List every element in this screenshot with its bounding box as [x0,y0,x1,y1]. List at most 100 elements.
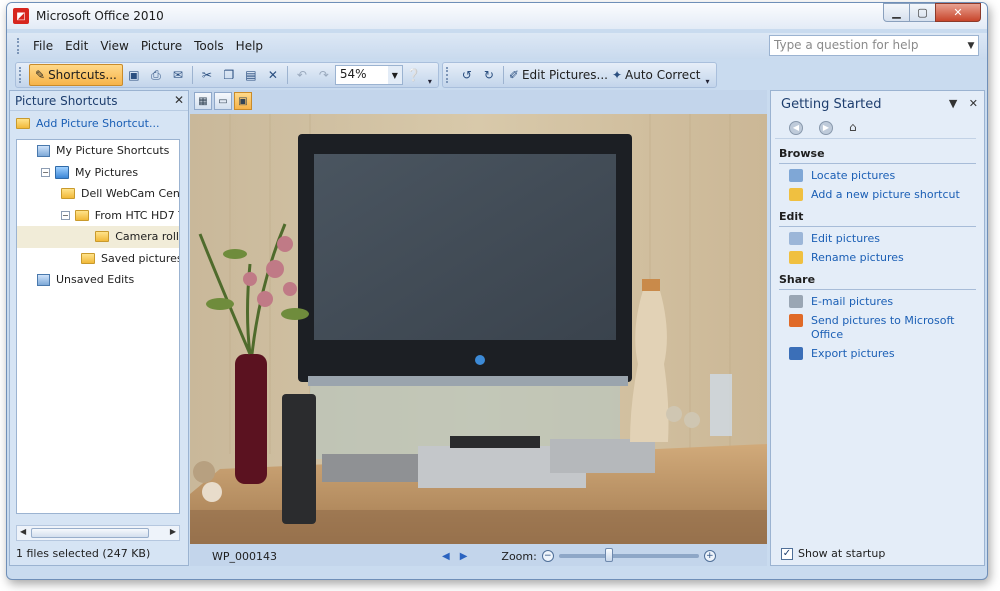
scroll-right-icon[interactable]: ▶ [170,527,176,536]
tree-horizontal-scrollbar[interactable]: ◀ ▶ [16,525,180,541]
save-icon[interactable]: ▣ [123,64,145,86]
folder-tree[interactable]: My Picture Shortcuts − My Pictures Dell Web… [16,139,180,514]
tree-item[interactable]: − My Pictures [17,162,179,184]
minimize-button[interactable]: ▁ [883,3,910,22]
task-pane-menu-icon[interactable]: ▼ [949,97,957,110]
scroll-left-icon[interactable]: ◀ [20,527,26,536]
print-icon[interactable]: ⎙ [145,64,167,86]
scrollbar-thumb[interactable] [31,528,149,538]
previous-picture-icon[interactable]: ◀ [442,551,450,562]
task-link[interactable]: Export pictures [789,347,976,361]
email-icon[interactable]: ✉ [167,64,189,86]
help-dropdown-icon[interactable]: ▼ [964,36,978,55]
cut-icon[interactable]: ✂ [196,64,218,86]
section-title: Browse [779,147,976,164]
zoom-dropdown-icon[interactable]: ▼ [387,66,402,84]
undo-icon[interactable]: ↶ [291,64,313,86]
add-picture-shortcut-link[interactable]: Add Picture Shortcut... [10,111,188,135]
menu-help[interactable]: Help [230,37,269,55]
tree-item[interactable]: Camera roll [17,226,179,248]
close-window-button[interactable]: ✕ [935,3,981,22]
redo-icon[interactable]: ↷ [313,64,335,86]
menu-view[interactable]: View [94,37,134,55]
help-search-input[interactable]: Type a question for help ▼ [769,35,979,56]
show-at-startup-option[interactable]: ✓ Show at startup [781,547,885,560]
thumbnail-view-icon[interactable]: ▦ [194,92,212,110]
task-link[interactable]: Rename pictures [789,251,976,265]
tree-item[interactable]: Unsaved Edits [17,269,179,291]
close-pane-icon[interactable]: ✕ [174,93,184,107]
task-link-icon [789,347,803,360]
maximize-button[interactable]: ▢ [909,3,936,22]
picture-view: ▦ ▭ ▣ WP_000143 ◀ ▶ Zoom: − + [190,90,767,566]
toolbar-overflow-icon[interactable]: ▾ [425,64,435,86]
title-bar: ◩ Microsoft Office 2010 ▁ ▢ ✕ [7,3,987,29]
shortcut-icon [37,273,50,286]
back-icon[interactable]: ◀ [789,120,803,135]
rotate-right-icon[interactable]: ↻ [478,64,500,86]
close-task-pane-icon[interactable]: ✕ [969,97,978,110]
pane-title: Picture Shortcuts ✕ [10,91,188,111]
edit-pictures-label: Edit Pictures... [521,68,608,82]
menu-tools[interactable]: Tools [188,37,230,55]
filmstrip-view-icon[interactable]: ▭ [214,92,232,110]
toolbar-separator [286,66,288,84]
help-search-placeholder: Type a question for help [774,38,919,52]
rotate-left-icon[interactable]: ↺ [456,64,478,86]
shortcuts-button[interactable]: ✎ Shortcuts... [29,64,123,86]
office-app-icon[interactable]: ◩ [13,8,29,24]
zoom-select[interactable]: 54% ▼ [334,65,403,85]
menu-edit[interactable]: Edit [59,37,94,55]
task-link[interactable]: Send pictures to Microsoft Office [789,314,976,342]
menu-file[interactable]: File [27,37,59,55]
picture-filename: WP_000143 [212,549,278,563]
show-at-startup-checkbox[interactable]: ✓ [781,547,793,560]
tree-item[interactable]: − From HTC HD7 T92 [17,205,179,227]
picture-preview[interactable] [190,114,767,544]
home-icon[interactable]: ⌂ [849,121,863,135]
picture-status-bar: WP_000143 ◀ ▶ Zoom: − + [190,546,767,566]
zoom-slider-knob[interactable] [605,548,614,562]
task-link[interactable]: E-mail pictures [789,295,976,309]
menu-picture[interactable]: Picture [135,37,188,55]
auto-correct-icon: ✦ [611,68,623,82]
shortcuts-label: Shortcuts... [48,68,117,82]
paste-icon[interactable]: ▤ [240,64,262,86]
task-link[interactable]: Add a new picture shortcut [789,188,976,202]
forward-icon[interactable]: ▶ [819,120,833,135]
task-link-label: Export pictures [811,347,895,360]
menu-grip[interactable] [17,38,21,54]
tree-item[interactable]: Saved pictures [17,248,179,270]
task-pane-controls: ▼ ✕ [949,97,978,110]
toolbar-grip[interactable] [445,67,450,83]
task-link-label: Locate pictures [811,169,896,182]
collapse-icon[interactable]: − [61,210,70,220]
next-picture-icon[interactable]: ▶ [460,551,468,562]
zoom-in-icon[interactable]: + [703,550,716,562]
task-link[interactable]: Edit pictures [789,232,976,246]
task-link[interactable]: Locate pictures [789,169,976,183]
tree-item[interactable]: My Picture Shortcuts [17,140,179,162]
edit-pictures-button[interactable]: ✐ Edit Pictures... [507,64,610,86]
tree-item-label: My Picture Shortcuts [56,144,170,158]
task-link-icon [789,314,803,327]
add-shortcut-icon [16,117,30,129]
task-pane-title: Getting Started ▼ ✕ [771,91,984,117]
shortcuts-icon: ✎ [35,68,46,82]
toolbar-group-picture: ↺ ↻ ✐ Edit Pictures... ✦ Auto Correct ▾ [441,62,717,88]
zoom-out-icon[interactable]: − [541,550,554,562]
zoom-label: Zoom: [501,549,537,563]
task-link-label: Rename pictures [811,251,904,264]
zoom-slider[interactable] [558,548,699,562]
auto-correct-label: Auto Correct [625,68,701,82]
help-icon[interactable]: ❔ [403,64,425,86]
task-link-label: Send pictures to Microsoft Office [811,314,955,341]
toolbar-grip[interactable] [19,67,23,83]
copy-icon[interactable]: ❐ [218,64,240,86]
auto-correct-button[interactable]: ✦ Auto Correct [610,64,703,86]
single-picture-view-icon[interactable]: ▣ [234,92,252,110]
tree-item[interactable]: Dell WebCam Cent [17,183,179,205]
toolbar-overflow-icon[interactable]: ▾ [703,64,713,86]
delete-icon[interactable]: ✕ [262,64,284,86]
collapse-icon[interactable]: − [41,167,50,177]
